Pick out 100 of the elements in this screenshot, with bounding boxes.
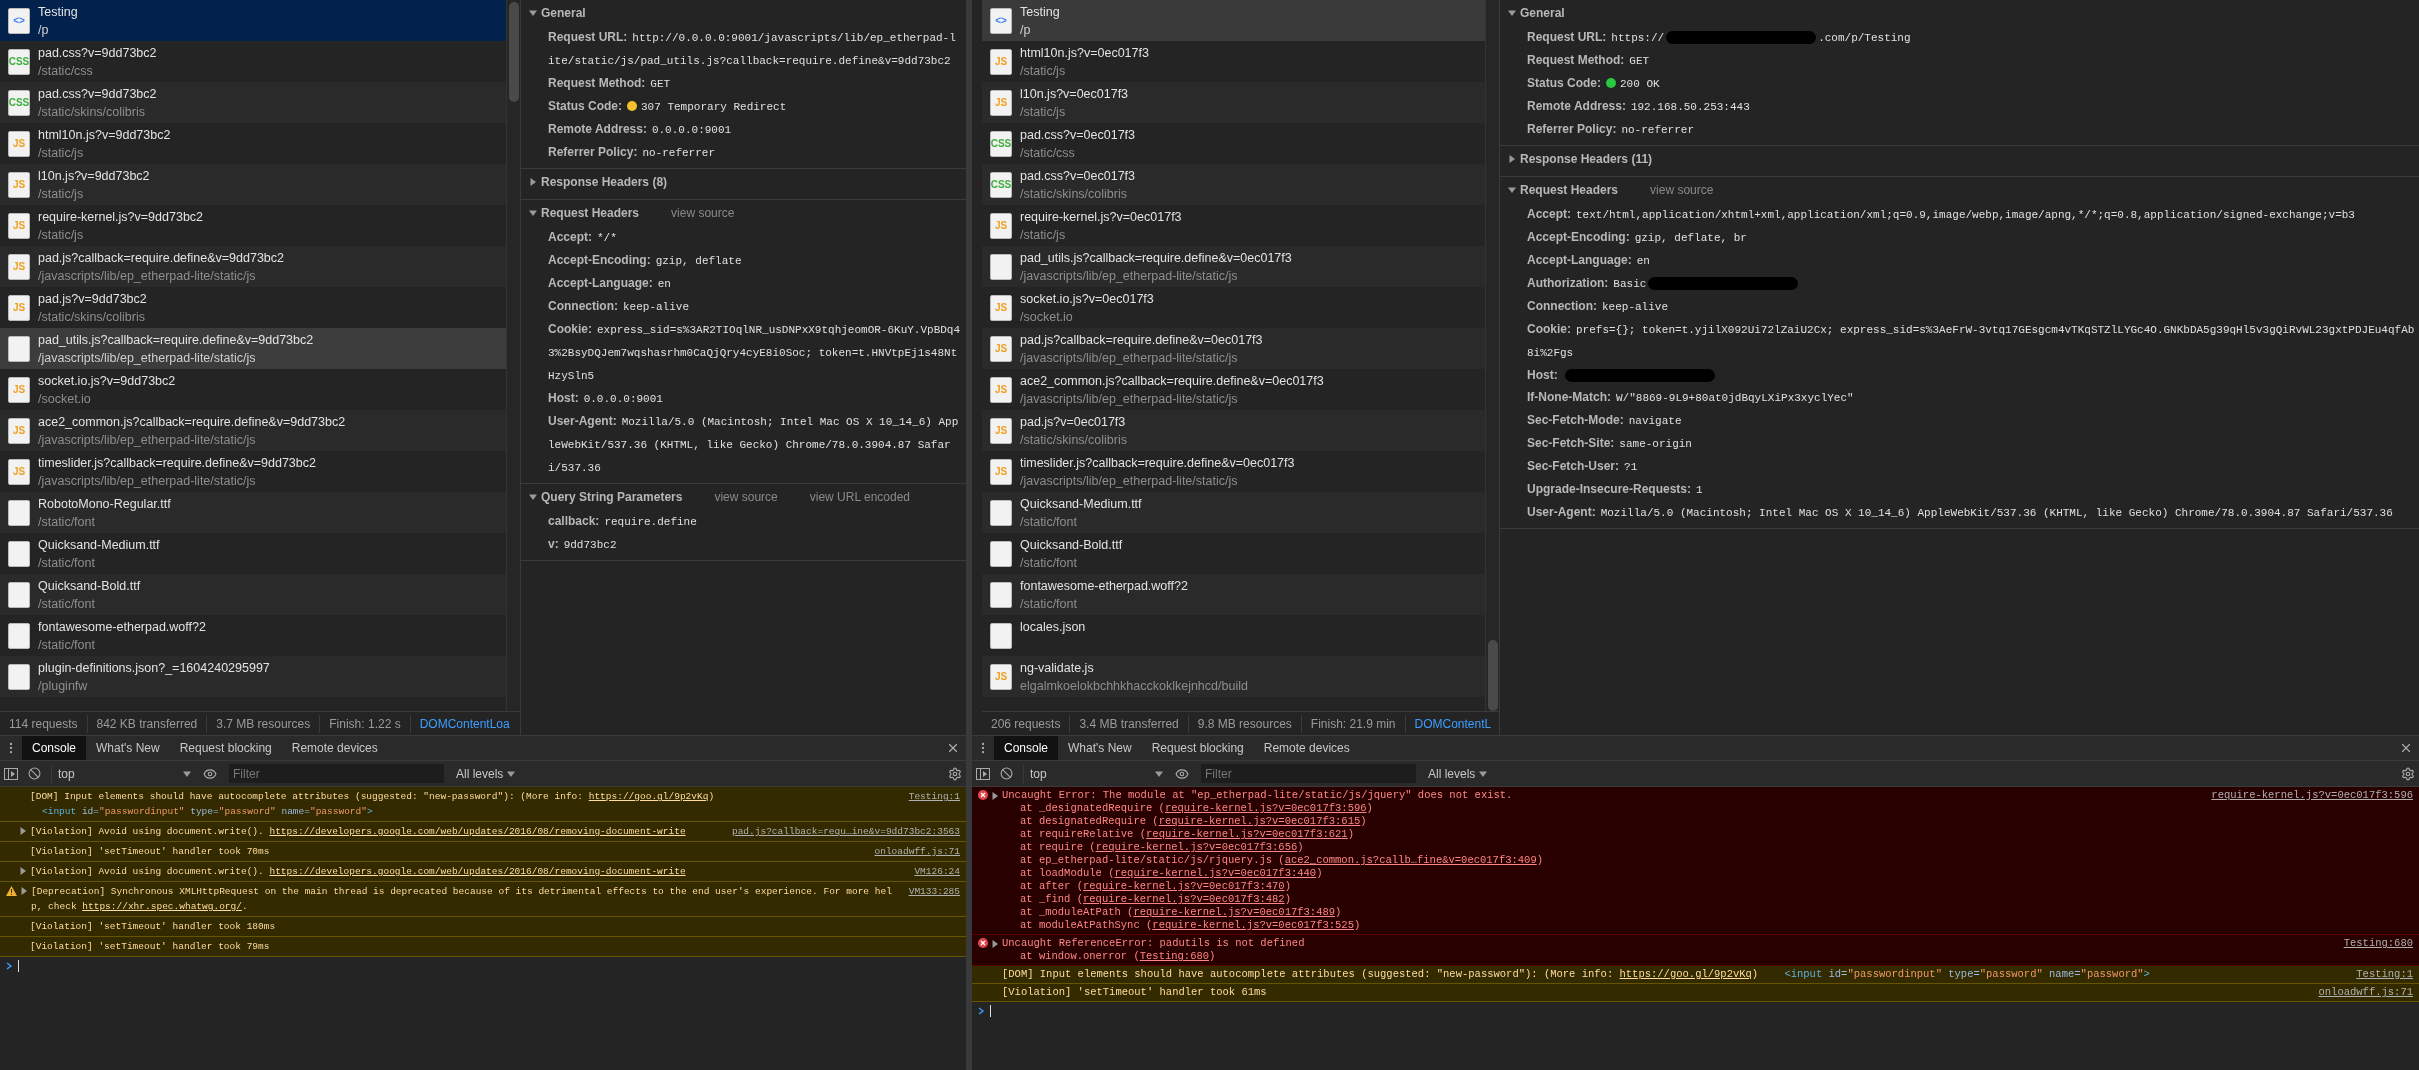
view-source-link[interactable]: view URL encoded [809,488,911,506]
expand-arrow-icon[interactable] [991,792,999,800]
summary-link[interactable]: DOMContentL [1405,714,1492,733]
filter-field[interactable]: Filter [229,764,444,783]
request-row[interactable]: fontawesome-etherpad.woff?2 /static/font [982,574,1485,615]
close-icon[interactable] [2399,741,2413,755]
expand-arrow-icon[interactable] [19,827,27,835]
request-row[interactable]: pad_utils.js?callback=require.define&v=0ec017f3 /javascripts/lib/ep_etherpad-lite/static/js [982,246,1485,287]
message-link[interactable]: require-kernel.js?v=0ec017f3:482 [1083,893,1285,905]
source-link[interactable]: VM133:285 [908,884,960,914]
source-link[interactable]: require-kernel.js?v=0ec017f3:596 [2211,789,2413,932]
source-link[interactable]: pad.js?callback=requ…ine&v=9dd73bc2:3563 [731,824,960,839]
message-link[interactable]: require-kernel.js?v=0ec017f3:525 [1152,919,1354,931]
drawer-tab[interactable]: Console [22,736,87,760]
request-row[interactable]: JS l10n.js?v=0ec017f3 /static/js [982,82,1485,123]
section-title[interactable]: General [541,4,586,22]
request-row[interactable]: <> Testing /p [0,0,506,41]
caret-icon[interactable] [183,769,191,778]
caret-icon[interactable] [507,769,516,778]
section-title[interactable]: Query String Parameters [541,488,683,506]
caret-icon[interactable] [1479,769,1488,778]
clear-console-icon[interactable] [28,767,41,780]
request-row[interactable]: JS pad.js?callback=require.define&v=9dd73bc2 /javascripts/lib/ep_etherpad-lite/static/js [0,246,506,287]
request-row[interactable]: <> Testing /p [982,0,1485,41]
context-select[interactable]: top [51,764,191,783]
message-link[interactable]: https://xhr.spec.whatwg.org/ [82,901,242,912]
eye-icon[interactable] [1175,766,1189,781]
expand-arrow-icon[interactable] [1508,9,1516,17]
file-type-label: JS [12,384,26,395]
message-link[interactable]: require-kernel.js?v=0ec017f3:615 [1158,815,1361,827]
request-row[interactable]: RobotoMono-Regular.ttf /static/font [0,492,506,533]
section-title[interactable]: Response Headers (11) [1520,150,1653,168]
expand-arrow-icon[interactable] [20,887,28,895]
message-link[interactable]: require-kernel.js?v=0ec017f3:440 [1114,867,1317,879]
drawer-tab[interactable]: What's New [86,736,170,760]
drawer-tab[interactable]: What's New [1058,736,1142,760]
source-link[interactable]: onloadwff.js:71 [874,844,960,859]
expand-arrow-icon[interactable] [19,867,27,875]
message-link[interactable]: require-kernel.js?v=0ec017f3:489 [1133,906,1336,918]
expand-arrow-icon[interactable] [529,178,537,186]
filter-field[interactable]: Filter [1201,764,1416,783]
section-title[interactable]: Response Headers (8) [541,173,668,191]
request-row[interactable]: JS pad.js?callback=require.define&v=0ec017f3 /javascripts/lib/ep_etherpad-lite/static/js [982,328,1485,369]
source-link[interactable]: Testing:1 [908,789,960,819]
view-source-link[interactable]: view source [671,204,735,222]
drawer-tab[interactable]: Console [994,736,1059,760]
message-link[interactable]: https://goo.gl/9p2vKq [588,791,709,802]
levels-dropdown[interactable]: All levels [456,764,516,783]
request-row[interactable]: JS l10n.js?v=9dd73bc2 /static/js [0,164,506,205]
eye-icon[interactable] [203,766,217,781]
source-link[interactable]: onloadwff.js:71 [2318,986,2413,999]
view-source-link[interactable]: view source [1650,181,1714,199]
sidebar-toggle-icon[interactable] [976,767,990,780]
message-link[interactable]: https://developers.google.com/web/updates/2016/08/removing-document-write [269,866,686,877]
expand-arrow-icon[interactable] [991,940,999,948]
request-row[interactable]: JS ng-validate.js elgalmkoelokbchhkhacckoklkejnhcd/build [982,656,1485,697]
caret-icon[interactable] [1155,769,1163,778]
request-row[interactable]: plugin-definitions.json?_=1604240295997 /pluginfw [0,656,506,697]
request-row[interactable]: Quicksand-Medium.ttf /static/font [982,492,1485,533]
clear-console-icon[interactable] [1000,767,1013,780]
section-title[interactable]: General [1520,4,1565,22]
request-row[interactable]: Quicksand-Bold.ttf /static/font [0,574,506,615]
message-link[interactable]: https://goo.gl/9p2vKq [1619,968,1752,980]
expand-arrow-icon[interactable] [1508,155,1516,163]
message-link[interactable]: require-kernel.js?v=0ec017f3:656 [1095,841,1298,853]
view-source-link[interactable]: view source [714,488,778,506]
message-link[interactable]: require-kernel.js?v=0ec017f3:596 [1164,802,1367,814]
message-link[interactable]: require-kernel.js?v=0ec017f3:621 [1146,828,1348,840]
scrollbar-thumb[interactable] [1487,640,1498,711]
section-title[interactable]: Request Headers [1520,181,1619,199]
expand-arrow-icon[interactable] [529,9,537,17]
expand-arrow-icon[interactable] [1508,186,1516,194]
expand-arrow-icon[interactable] [529,209,537,217]
drawer-tab[interactable]: Remote devices [1253,736,1360,760]
source-link[interactable]: Testing:680 [2343,937,2413,963]
request-row[interactable]: CSS pad.css?v=9dd73bc2 /static/skins/colibris [0,82,506,123]
drawer-tab[interactable]: Request blocking [1141,736,1254,760]
request-row[interactable]: JS pad.js?v=0ec017f3 /static/skins/colibris [982,410,1485,451]
source-link[interactable]: Testing:1 [2356,968,2413,981]
settings-icon[interactable] [2401,766,2415,781]
message-link[interactable]: ace2_common.js?callb…fine&v=0ec017f3:409 [1284,854,1537,866]
levels-dropdown[interactable]: All levels [1428,764,1488,783]
drawer-tab[interactable]: Remote devices [281,736,388,760]
drawer-tab[interactable]: Request blocking [169,736,282,760]
section-title[interactable]: Request Headers [541,204,640,222]
close-icon[interactable] [946,741,960,755]
message-link[interactable]: https://developers.google.com/web/updates/2016/08/removing-document-write [269,826,686,837]
request-row[interactable]: JS ace2_common.js?callback=require.define&v=9dd73bc2 /javascripts/lib/ep_etherpad-lite/static/js [0,410,506,451]
expand-arrow-icon[interactable] [529,493,537,501]
message-link[interactable]: Testing:680 [1139,950,1210,962]
message-link[interactable]: require-kernel.js?v=0ec017f3:470 [1083,880,1285,892]
context-select[interactable]: top [1023,764,1163,783]
scrollbar-thumb[interactable] [508,2,519,102]
request-row[interactable]: CSS pad.css?v=0ec017f3 /static/skins/colibris [982,164,1485,205]
summary-link[interactable]: DOMContentLoa [410,714,510,733]
source-link[interactable]: VM126:24 [914,864,960,879]
request-row[interactable]: pad_utils.js?callback=require.define&v=9dd73bc2 /javascripts/lib/ep_etherpad-lite/static/js [0,328,506,369]
settings-icon[interactable] [948,766,962,781]
sidebar-toggle-icon[interactable] [4,767,18,780]
message-detail-line: at moduleAtPathSync (require-kernel.js?v=0ec017f3:525) [1019,919,1362,932]
